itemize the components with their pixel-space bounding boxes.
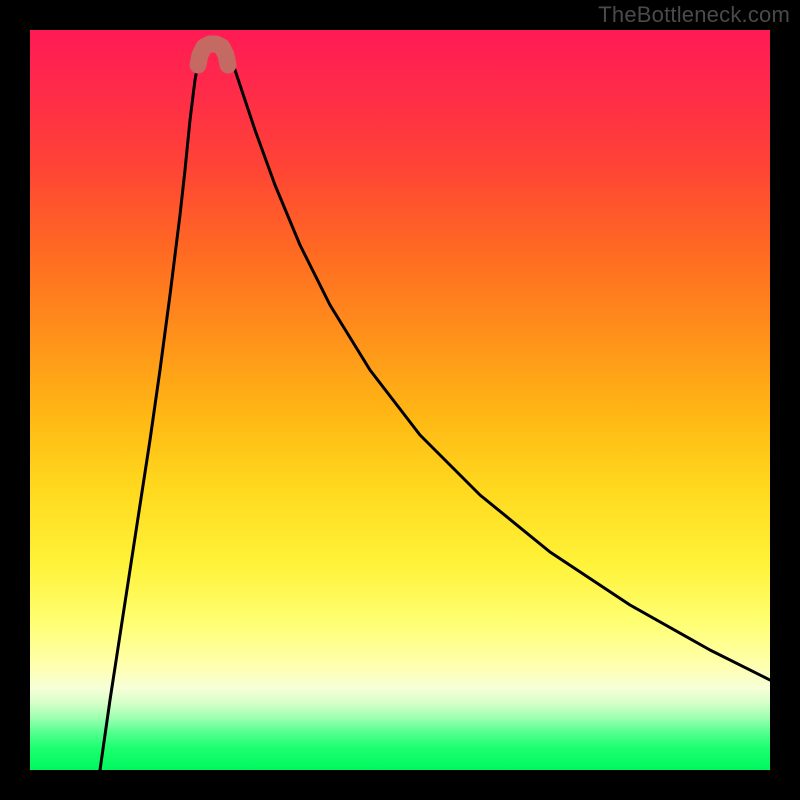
watermark-text: TheBottleneck.com	[598, 2, 790, 28]
plot-area	[30, 30, 770, 770]
series-group	[100, 44, 770, 770]
series-left-branch	[100, 46, 202, 770]
curves-svg	[30, 30, 770, 770]
chart-frame: TheBottleneck.com	[0, 0, 800, 800]
series-valley-marker	[198, 44, 228, 65]
series-right-branch	[226, 46, 770, 680]
